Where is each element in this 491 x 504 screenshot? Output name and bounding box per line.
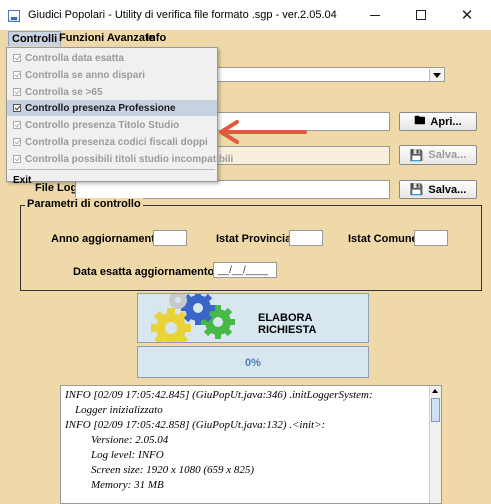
salva-log-label: Salva... (428, 183, 467, 196)
menu-bar: Controlli Funzioni Avanzate Info (0, 30, 491, 46)
menu-item-label: Controlla se anno dispari (25, 69, 146, 81)
parametri-title: Parametri di controllo (25, 198, 143, 210)
controlli-dropdown: Controlla data esatta Controlla se anno … (6, 47, 233, 186)
chevron-down-icon[interactable] (429, 69, 443, 81)
comune-input[interactable] (414, 230, 448, 246)
gears-icon (151, 294, 235, 342)
menu-item-label: Exit (13, 174, 32, 186)
menu-item-controllo-presenza-titolo-studio[interactable]: Controllo presenza Titolo Studio (7, 117, 217, 133)
apri-label: Apri... (430, 115, 462, 128)
close-button[interactable]: ✕ (444, 0, 490, 30)
checkbox-icon (13, 71, 21, 79)
main-panel: Controlli Funzioni Avanzate Info 🖿 Apri.… (0, 30, 491, 504)
provincia-input[interactable] (289, 230, 323, 246)
salva-log-button[interactable]: 💾 Salva... (399, 180, 477, 199)
menu-item-label: Controllo presenza Professione (25, 102, 176, 114)
progress-text: 0% (245, 357, 261, 369)
log-line: Memory: 31 MB (91, 479, 164, 491)
menu-item-controlla-over-65[interactable]: Controlla se >65 (7, 84, 217, 100)
menu-separator (9, 169, 215, 170)
provincia-label: Istat Provincia: (216, 233, 295, 245)
red-arrow-icon (219, 120, 307, 144)
checkbox-icon (13, 155, 21, 163)
menu-info-label: Info (146, 32, 167, 44)
anno-label: Anno aggiornamento: (51, 233, 166, 245)
log-line: INFO [02/09 17:05:42.858] (GiuPopUt.java… (65, 419, 326, 431)
maximize-icon (416, 10, 426, 20)
comune-label: Istat Comune: (348, 233, 422, 245)
log-area[interactable]: INFO [02/09 17:05:42.845] (GiuPopUt.java… (60, 385, 442, 504)
menu-item-codici-fiscali-doppi[interactable]: Controlla presenza codici fiscali doppi (7, 134, 217, 150)
app-icon (8, 10, 20, 22)
menu-item-controlla-anno-dispari[interactable]: Controlla se anno dispari (7, 67, 217, 83)
checkbox-icon (13, 121, 21, 129)
menu-funzioni-label: Funzioni Avanzate (59, 32, 155, 44)
elabora-richiesta-button[interactable]: ELABORA RICHIESTA (137, 293, 369, 343)
checkbox-icon (13, 54, 21, 62)
data-value: __/__/____ (218, 265, 269, 276)
log-line: Log level: INFO (91, 449, 164, 461)
log-line: Versione: 2.05.04 (91, 434, 169, 446)
menu-item-label: Controlla data esatta (25, 52, 124, 64)
maximize-button[interactable] (398, 0, 444, 30)
scroll-thumb[interactable] (431, 398, 440, 422)
menu-controlli-label: Controlli (12, 33, 58, 45)
parametri-group (20, 205, 482, 291)
close-icon: ✕ (460, 7, 474, 24)
progress-bar: 0% (137, 346, 369, 378)
menu-item-label: Controllo presenza Titolo Studio (25, 119, 180, 131)
menu-item-label: Controlla se >65 (25, 86, 103, 98)
menu-item-label: Controlla possibili titoli studio incomp… (25, 153, 234, 165)
menu-item-controllo-presenza-professione[interactable]: Controllo presenza Professione (7, 100, 217, 116)
folder-icon: 🖿 (414, 115, 426, 127)
data-label: Data esatta aggiornamento: (73, 266, 218, 278)
window-title: Giudici Popolari - Utility di verifica f… (28, 9, 337, 21)
menu-info[interactable]: Info (143, 31, 169, 46)
checkbox-icon (13, 104, 21, 112)
salva-output-label: Salva... (428, 149, 467, 161)
elabora-label: ELABORA RICHIESTA (258, 312, 317, 336)
minimize-button[interactable] (352, 0, 398, 30)
menu-controlli[interactable]: Controlli (8, 31, 62, 46)
checkbox-icon (13, 138, 21, 146)
save-icon: 💾 (409, 184, 424, 196)
data-input[interactable]: __/__/____ (213, 262, 277, 278)
scroll-up-icon[interactable] (430, 386, 441, 397)
menu-item-titoli-incompatibili[interactable]: Controlla possibili titoli studio incomp… (7, 151, 233, 167)
save-icon: 💾 (409, 149, 424, 162)
log-scrollbar[interactable] (429, 386, 441, 503)
log-line: INFO [02/09 17:05:42.845] (GiuPopUt.java… (65, 389, 373, 401)
menu-item-label: Controlla presenza codici fiscali doppi (25, 136, 208, 148)
menu-item-controlla-data-esatta[interactable]: Controlla data esatta (7, 50, 217, 66)
anno-input[interactable] (153, 230, 187, 246)
salva-output-button[interactable]: 💾 Salva... (399, 145, 477, 165)
log-line: Logger inizializzato (75, 404, 163, 416)
log-line: Screen size: 1920 x 1080 (659 x 825) (91, 464, 255, 476)
minimize-icon (370, 14, 380, 16)
checkbox-icon (13, 88, 21, 96)
title-bar: Giudici Popolari - Utility di verifica f… (0, 0, 491, 30)
apri-button[interactable]: 🖿 Apri... (399, 112, 477, 131)
menu-item-exit[interactable]: Exit (7, 172, 217, 188)
